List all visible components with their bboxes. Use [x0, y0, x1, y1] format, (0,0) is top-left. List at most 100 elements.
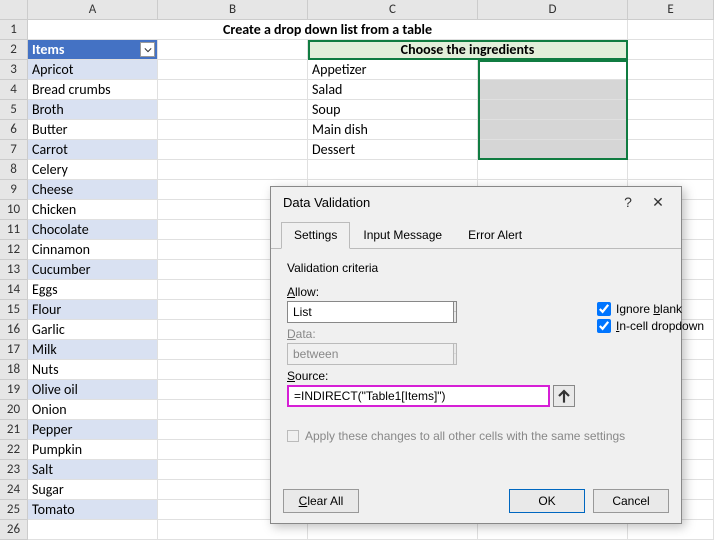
row-header[interactable]: 1: [0, 20, 28, 40]
cell-A18[interactable]: Nuts: [28, 360, 158, 380]
cell-C6[interactable]: Main dish: [308, 120, 478, 140]
cancel-button[interactable]: Cancel: [593, 489, 669, 513]
incell-dropdown-input[interactable]: [597, 319, 611, 333]
cell-E4[interactable]: [628, 80, 714, 100]
row-header[interactable]: 9: [0, 180, 28, 200]
cell-E2[interactable]: [628, 40, 714, 60]
col-header-C[interactable]: C: [308, 0, 478, 19]
cell-A26[interactable]: [28, 520, 158, 540]
filter-icon[interactable]: [140, 42, 155, 57]
source-input[interactable]: [287, 385, 550, 407]
cell-A17[interactable]: Milk: [28, 340, 158, 360]
cell-E1[interactable]: [628, 20, 714, 40]
ignore-blank-input[interactable]: [597, 302, 611, 316]
cell-B5[interactable]: [158, 100, 308, 120]
cell-E7[interactable]: [628, 140, 714, 160]
row-header[interactable]: 20: [0, 400, 28, 420]
range-selector-icon[interactable]: [553, 385, 575, 407]
cell-A7[interactable]: Carrot: [28, 140, 158, 160]
row-header[interactable]: 2: [0, 40, 28, 60]
cell-A4[interactable]: Bread crumbs: [28, 80, 158, 100]
row-header[interactable]: 13: [0, 260, 28, 280]
cell-A24[interactable]: Sugar: [28, 480, 158, 500]
cell-A10[interactable]: Chicken: [28, 200, 158, 220]
help-icon[interactable]: ?: [613, 194, 643, 210]
cell-A20[interactable]: Onion: [28, 400, 158, 420]
col-header-A[interactable]: A: [28, 0, 158, 19]
cell-C8[interactable]: [308, 160, 478, 180]
cell-A9[interactable]: Cheese: [28, 180, 158, 200]
incell-dropdown-checkbox[interactable]: In-cell dropdown: [597, 319, 704, 333]
row-header[interactable]: 3: [0, 60, 28, 80]
row-header[interactable]: 22: [0, 440, 28, 460]
cell-E6[interactable]: [628, 120, 714, 140]
tab-error-alert[interactable]: Error Alert: [455, 222, 535, 249]
cell-B4[interactable]: [158, 80, 308, 100]
col-header-D[interactable]: D: [478, 0, 628, 19]
ignore-blank-checkbox[interactable]: Ignore blank: [597, 302, 704, 316]
cell-C5[interactable]: Soup: [308, 100, 478, 120]
cell-A2[interactable]: Items: [28, 40, 158, 60]
cell-A11[interactable]: Chocolate: [28, 220, 158, 240]
row-header[interactable]: 16: [0, 320, 28, 340]
cell-A5[interactable]: Broth: [28, 100, 158, 120]
cell-C4[interactable]: Salad: [308, 80, 478, 100]
cell-A19[interactable]: Olive oil: [28, 380, 158, 400]
row-header[interactable]: 7: [0, 140, 28, 160]
row-header[interactable]: 26: [0, 520, 28, 540]
cell-E8[interactable]: [628, 160, 714, 180]
tab-settings[interactable]: Settings: [281, 222, 350, 249]
cell-C3[interactable]: Appetizer: [308, 60, 478, 80]
row-header[interactable]: 11: [0, 220, 28, 240]
col-header-B[interactable]: B: [158, 0, 308, 19]
cell-D8[interactable]: [478, 160, 628, 180]
cell-B2[interactable]: [158, 40, 308, 60]
cell-A21[interactable]: Pepper: [28, 420, 158, 440]
row-header[interactable]: 25: [0, 500, 28, 520]
row-header[interactable]: 12: [0, 240, 28, 260]
cell-A14[interactable]: Eggs: [28, 280, 158, 300]
apply-note: Apply these changes to all other cells w…: [287, 429, 665, 443]
cell-E5[interactable]: [628, 100, 714, 120]
cell-A6[interactable]: Butter: [28, 120, 158, 140]
cell-C7[interactable]: Dessert: [308, 140, 478, 160]
allow-input[interactable]: [287, 301, 453, 323]
row-header[interactable]: 14: [0, 280, 28, 300]
col-header-E[interactable]: E: [628, 0, 714, 19]
row-header[interactable]: 5: [0, 100, 28, 120]
row-header[interactable]: 18: [0, 360, 28, 380]
row-header[interactable]: 6: [0, 120, 28, 140]
row-header[interactable]: 24: [0, 480, 28, 500]
cell-B7[interactable]: [158, 140, 308, 160]
cell-A13[interactable]: Cucumber: [28, 260, 158, 280]
allow-combo[interactable]: [287, 301, 457, 323]
cell-A16[interactable]: Garlic: [28, 320, 158, 340]
chevron-down-icon[interactable]: [453, 301, 457, 323]
cell-A15[interactable]: Flour: [28, 300, 158, 320]
cell-A12[interactable]: Cinnamon: [28, 240, 158, 260]
row-header[interactable]: 17: [0, 340, 28, 360]
row-header[interactable]: 4: [0, 80, 28, 100]
cell-B3[interactable]: [158, 60, 308, 80]
dialog-titlebar[interactable]: Data Validation ? ✕: [271, 187, 681, 217]
row-header[interactable]: 23: [0, 460, 28, 480]
row-header[interactable]: 15: [0, 300, 28, 320]
cell-B8[interactable]: [158, 160, 308, 180]
cell-A3[interactable]: Apricot: [28, 60, 158, 80]
cell-A1[interactable]: Create a drop down list from a table: [28, 20, 628, 40]
row-header[interactable]: 19: [0, 380, 28, 400]
cell-A23[interactable]: Salt: [28, 460, 158, 480]
cell-E3[interactable]: [628, 60, 714, 80]
ok-button[interactable]: OK: [509, 489, 585, 513]
row-header[interactable]: 8: [0, 160, 28, 180]
tab-input-message[interactable]: Input Message: [350, 222, 455, 249]
cell-A22[interactable]: Pumpkin: [28, 440, 158, 460]
cell-B6[interactable]: [158, 120, 308, 140]
cell-A25[interactable]: Tomato: [28, 500, 158, 520]
cell-A8[interactable]: Celery: [28, 160, 158, 180]
close-icon[interactable]: ✕: [643, 194, 673, 211]
row-header[interactable]: 10: [0, 200, 28, 220]
select-all-corner[interactable]: [0, 0, 28, 19]
clear-all-button[interactable]: Clear All: [283, 489, 359, 513]
row-header[interactable]: 21: [0, 420, 28, 440]
